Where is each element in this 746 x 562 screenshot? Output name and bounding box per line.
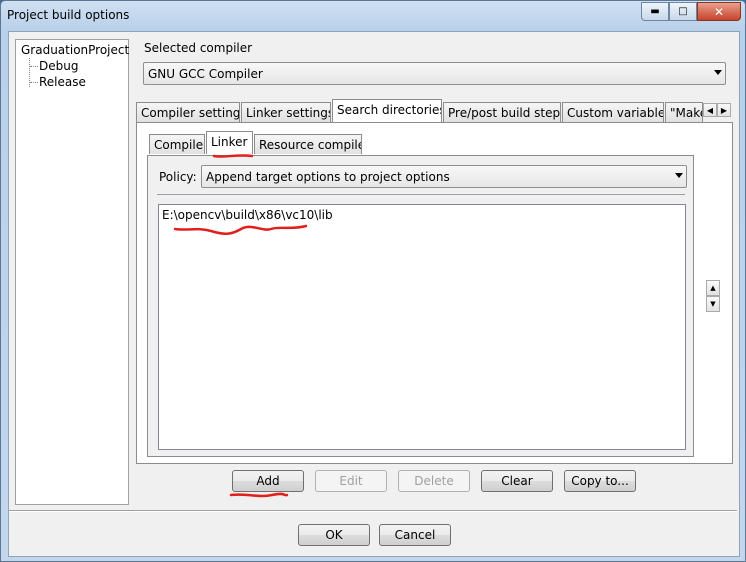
tree-item-debug[interactable]: Debug	[39, 59, 78, 73]
tab-custom-variables[interactable]: Custom variables	[562, 102, 664, 122]
tree-item-release[interactable]: Release	[39, 75, 86, 89]
subtab-compiler[interactable]: Compiler	[149, 134, 205, 154]
subtab-resource-compiler[interactable]: Resource compiler	[254, 134, 362, 154]
copy-to-button[interactable]: Copy to...	[564, 470, 636, 492]
minimize-button[interactable]: ▬	[641, 2, 669, 21]
target-tree[interactable]: GraduationProject Debug Release	[15, 39, 129, 505]
divider	[157, 194, 685, 195]
tab-compiler-settings[interactable]: Compiler settings	[136, 102, 240, 122]
footer-divider	[9, 510, 737, 512]
annotation-underline	[229, 492, 289, 498]
dialog-client-area: GraduationProject Debug Release Selected…	[8, 31, 740, 557]
tab-search-directories[interactable]: Search directories	[332, 99, 442, 122]
chevron-down-icon	[714, 70, 722, 75]
tab-make-commands[interactable]: "Make	[665, 102, 703, 122]
annotation-underline	[173, 224, 308, 235]
policy-select[interactable]: Append target options to project options	[201, 165, 687, 188]
window-title: Project build options	[7, 8, 130, 22]
selected-compiler-label: Selected compiler	[144, 41, 253, 55]
edit-button[interactable]: Edit	[315, 470, 387, 492]
add-button[interactable]: Add	[232, 470, 304, 492]
tree-item-project[interactable]: GraduationProject	[21, 43, 129, 57]
policy-select-value: Append target options to project options	[206, 170, 450, 184]
tree-connector	[30, 66, 38, 67]
compiler-select-value: GNU GCC Compiler	[148, 67, 263, 81]
tab-pre-post-build-steps[interactable]: Pre/post build steps	[443, 102, 561, 122]
clear-button[interactable]: Clear	[481, 470, 553, 492]
tab-linker-settings[interactable]: Linker settings	[241, 102, 331, 122]
tab-scroll-left-icon[interactable]: ◀	[703, 103, 717, 117]
spin-down-icon[interactable]: ▼	[706, 296, 720, 312]
title-bar[interactable]: Project build options ▬ □ ✕	[1, 1, 745, 31]
tree-connector	[30, 82, 38, 83]
ok-button[interactable]: OK	[298, 524, 370, 546]
close-button[interactable]: ✕	[697, 2, 741, 21]
directories-list[interactable]: E:\opencv\build\x86\vc10\lib	[158, 204, 686, 450]
tab-scroll-right-icon[interactable]: ▶	[717, 103, 731, 117]
policy-label: Policy:	[159, 170, 197, 184]
spin-up-icon[interactable]: ▲	[706, 280, 720, 296]
maximize-button[interactable]: □	[669, 2, 697, 21]
subtab-linker[interactable]: Linker	[206, 131, 253, 154]
cancel-button[interactable]: Cancel	[379, 524, 451, 546]
delete-button[interactable]: Delete	[398, 470, 470, 492]
chevron-down-icon	[675, 173, 683, 178]
list-item[interactable]: E:\opencv\build\x86\vc10\lib	[162, 208, 333, 222]
dialog-window: Project build options ▬ □ ✕ GraduationPr…	[0, 0, 746, 562]
compiler-select[interactable]: GNU GCC Compiler	[143, 62, 726, 85]
